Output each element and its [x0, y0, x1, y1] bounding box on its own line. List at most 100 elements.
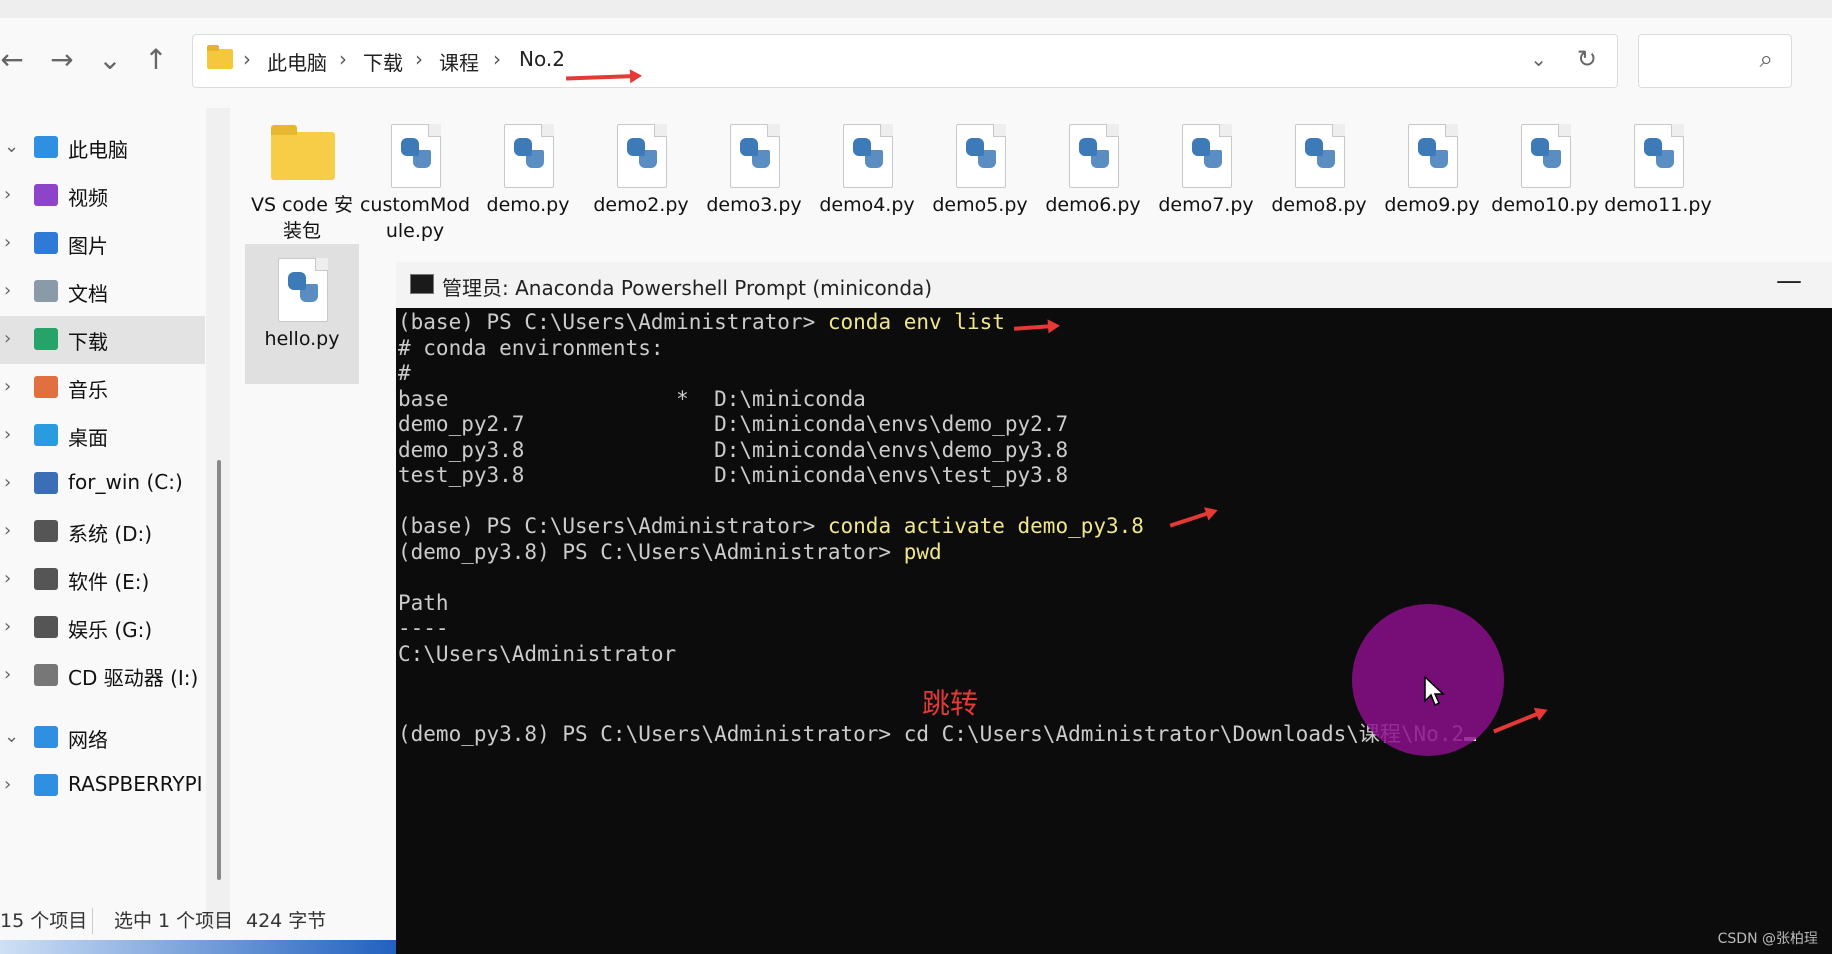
- chevron-right-icon[interactable]: ›: [4, 328, 11, 349]
- chevron-right-icon[interactable]: ›: [4, 568, 11, 589]
- sidebar-item[interactable]: › 视频: [0, 172, 205, 220]
- sidebar-item-label: 视频: [68, 186, 108, 210]
- python-logo-icon: [853, 138, 883, 168]
- file-item[interactable]: demo8.py: [1262, 110, 1376, 250]
- breadcrumb-item[interactable]: 此电脑: [267, 47, 327, 76]
- sidebar-item[interactable]: › 图片: [0, 220, 205, 268]
- terminal-line: base * D:\miniconda: [398, 386, 866, 411]
- file-item[interactable]: demo2.py: [584, 110, 698, 250]
- up-button[interactable]: ↑: [138, 42, 174, 78]
- minimize-button[interactable]: —: [1776, 266, 1802, 296]
- terminal-icon: [410, 274, 434, 294]
- sidebar-item-label: 娱乐 (G:): [68, 618, 153, 642]
- sidebar-item[interactable]: › 娱乐 (G:): [0, 604, 205, 652]
- search-box[interactable]: ⌕: [1638, 34, 1792, 88]
- chevron-right-icon[interactable]: ›: [4, 184, 11, 205]
- file-item[interactable]: customModule.py: [358, 110, 472, 250]
- chevron-right-icon: ›: [415, 47, 423, 71]
- chevron-down-icon[interactable]: ⌄: [4, 726, 19, 747]
- file-name: demo11.py: [1604, 194, 1712, 216]
- breadcrumb-item[interactable]: 课程: [439, 47, 479, 76]
- forward-button[interactable]: →: [44, 42, 80, 78]
- navigation-pane: ⌄ 此电脑 › 视频 › 图片 › 文档 › 下载 › 音乐 › 桌面 › for_win (C:) › 系统 (…: [0, 110, 210, 910]
- terminal-line: (demo_py3.8) PS C:\Users\Administrator> …: [398, 540, 942, 564]
- file-item[interactable]: demo7.py: [1149, 110, 1263, 250]
- python-file-icon: [391, 124, 441, 188]
- chevron-right-icon[interactable]: ›: [4, 520, 11, 541]
- sidebar-item[interactable]: › 下载: [0, 316, 205, 364]
- back-button[interactable]: ←: [0, 42, 30, 78]
- sidebar-item-label: 此电脑: [68, 138, 128, 162]
- file-item[interactable]: demo10.py: [1488, 110, 1602, 250]
- file-item[interactable]: hello.py: [245, 244, 359, 384]
- file-item[interactable]: demo9.py: [1375, 110, 1489, 250]
- terminal-line: ----: [398, 616, 449, 640]
- cd-drive-icon: [34, 664, 58, 686]
- sidebar-item[interactable]: › RASPBERRYPI: [0, 762, 205, 810]
- terminal-line: #: [398, 361, 411, 385]
- chevron-right-icon[interactable]: ›: [4, 664, 11, 685]
- watermark: CSDN @张柏珵: [1717, 931, 1818, 947]
- chevron-right-icon[interactable]: ›: [4, 376, 11, 397]
- folder-item[interactable]: VS code 安装包: [245, 110, 359, 250]
- terminal-command: conda activate demo_py3.8: [827, 514, 1144, 538]
- file-name: demo6.py: [1045, 194, 1141, 216]
- refresh-icon[interactable]: ↻: [1577, 45, 1597, 73]
- chevron-right-icon[interactable]: ›: [4, 424, 11, 445]
- sidebar-item-label: 文档: [68, 282, 108, 306]
- python-logo-icon: [514, 138, 544, 168]
- chevron-right-icon[interactable]: ›: [4, 616, 11, 637]
- file-item[interactable]: demo5.py: [923, 110, 1037, 250]
- python-file-icon: [1182, 124, 1232, 188]
- file-name: demo8.py: [1271, 194, 1367, 216]
- folder-icon: [207, 45, 233, 69]
- python-file-icon: [278, 258, 328, 322]
- sidebar-item[interactable]: › for_win (C:): [0, 460, 205, 508]
- file-item[interactable]: demo.py: [471, 110, 585, 250]
- terminal-titlebar[interactable]: 管理员: Anaconda Powershell Prompt (minicon…: [396, 262, 1832, 308]
- python-logo-icon: [627, 138, 657, 168]
- terminal-line: Path: [398, 590, 449, 615]
- python-file-icon: [1069, 124, 1119, 188]
- file-item[interactable]: demo3.py: [697, 110, 811, 250]
- file-item[interactable]: demo6.py: [1036, 110, 1150, 250]
- breadcrumb-item[interactable]: No.2: [519, 47, 565, 71]
- address-bar[interactable]: › 此电脑 › 下载 › 课程 › No.2 ⌄ ↻: [192, 34, 1618, 88]
- drive-icon: [34, 616, 58, 638]
- sidebar-item[interactable]: › 文档: [0, 268, 205, 316]
- chevron-right-icon[interactable]: ›: [4, 280, 11, 301]
- terminal-title: 管理员: Anaconda Powershell Prompt (minicon…: [442, 276, 933, 300]
- file-item[interactable]: demo4.py: [810, 110, 924, 250]
- drive-icon: [34, 520, 58, 542]
- recent-locations-button[interactable]: ⌄: [92, 42, 128, 78]
- sidebar-item[interactable]: › 桌面: [0, 412, 205, 460]
- taskbar-edge: [0, 940, 400, 954]
- pictures-icon: [34, 232, 58, 254]
- file-name: demo2.py: [593, 194, 689, 216]
- sidebar-item-label: for_win (C:): [68, 470, 183, 494]
- sidebar-item[interactable]: › 系统 (D:): [0, 508, 205, 556]
- file-item[interactable]: demo11.py: [1601, 110, 1715, 250]
- sidebar-item[interactable]: › 软件 (E:): [0, 556, 205, 604]
- python-file-icon: [504, 124, 554, 188]
- python-file-icon: [1521, 124, 1571, 188]
- chevron-right-icon[interactable]: ›: [4, 472, 11, 493]
- python-logo-icon: [288, 272, 318, 302]
- chevron-down-icon[interactable]: ⌄: [4, 136, 19, 157]
- python-file-icon: [1634, 124, 1684, 188]
- terminal-line: demo_py3.8 D:\miniconda\envs\demo_py3.8: [398, 437, 1069, 462]
- sidebar-item[interactable]: ⌄ 此电脑: [0, 124, 205, 172]
- address-dropdown-icon[interactable]: ⌄: [1530, 47, 1547, 71]
- chevron-right-icon[interactable]: ›: [4, 774, 11, 795]
- sidebar-item[interactable]: ⌄ 网络: [0, 714, 205, 762]
- sidebar-item[interactable]: › 音乐: [0, 364, 205, 412]
- drive-icon: [34, 568, 58, 590]
- navigation-scrollbar[interactable]: [217, 460, 221, 880]
- chevron-right-icon[interactable]: ›: [4, 232, 11, 253]
- file-name: VS code 安装包: [251, 194, 353, 242]
- terminal-output[interactable]: (base) PS C:\Users\Administrator> conda …: [396, 308, 1832, 954]
- breadcrumb-item[interactable]: 下载: [363, 47, 403, 76]
- sidebar-item[interactable]: › CD 驱动器 (I:): [0, 652, 205, 700]
- file-name: demo9.py: [1384, 194, 1480, 216]
- python-file-icon: [617, 124, 667, 188]
